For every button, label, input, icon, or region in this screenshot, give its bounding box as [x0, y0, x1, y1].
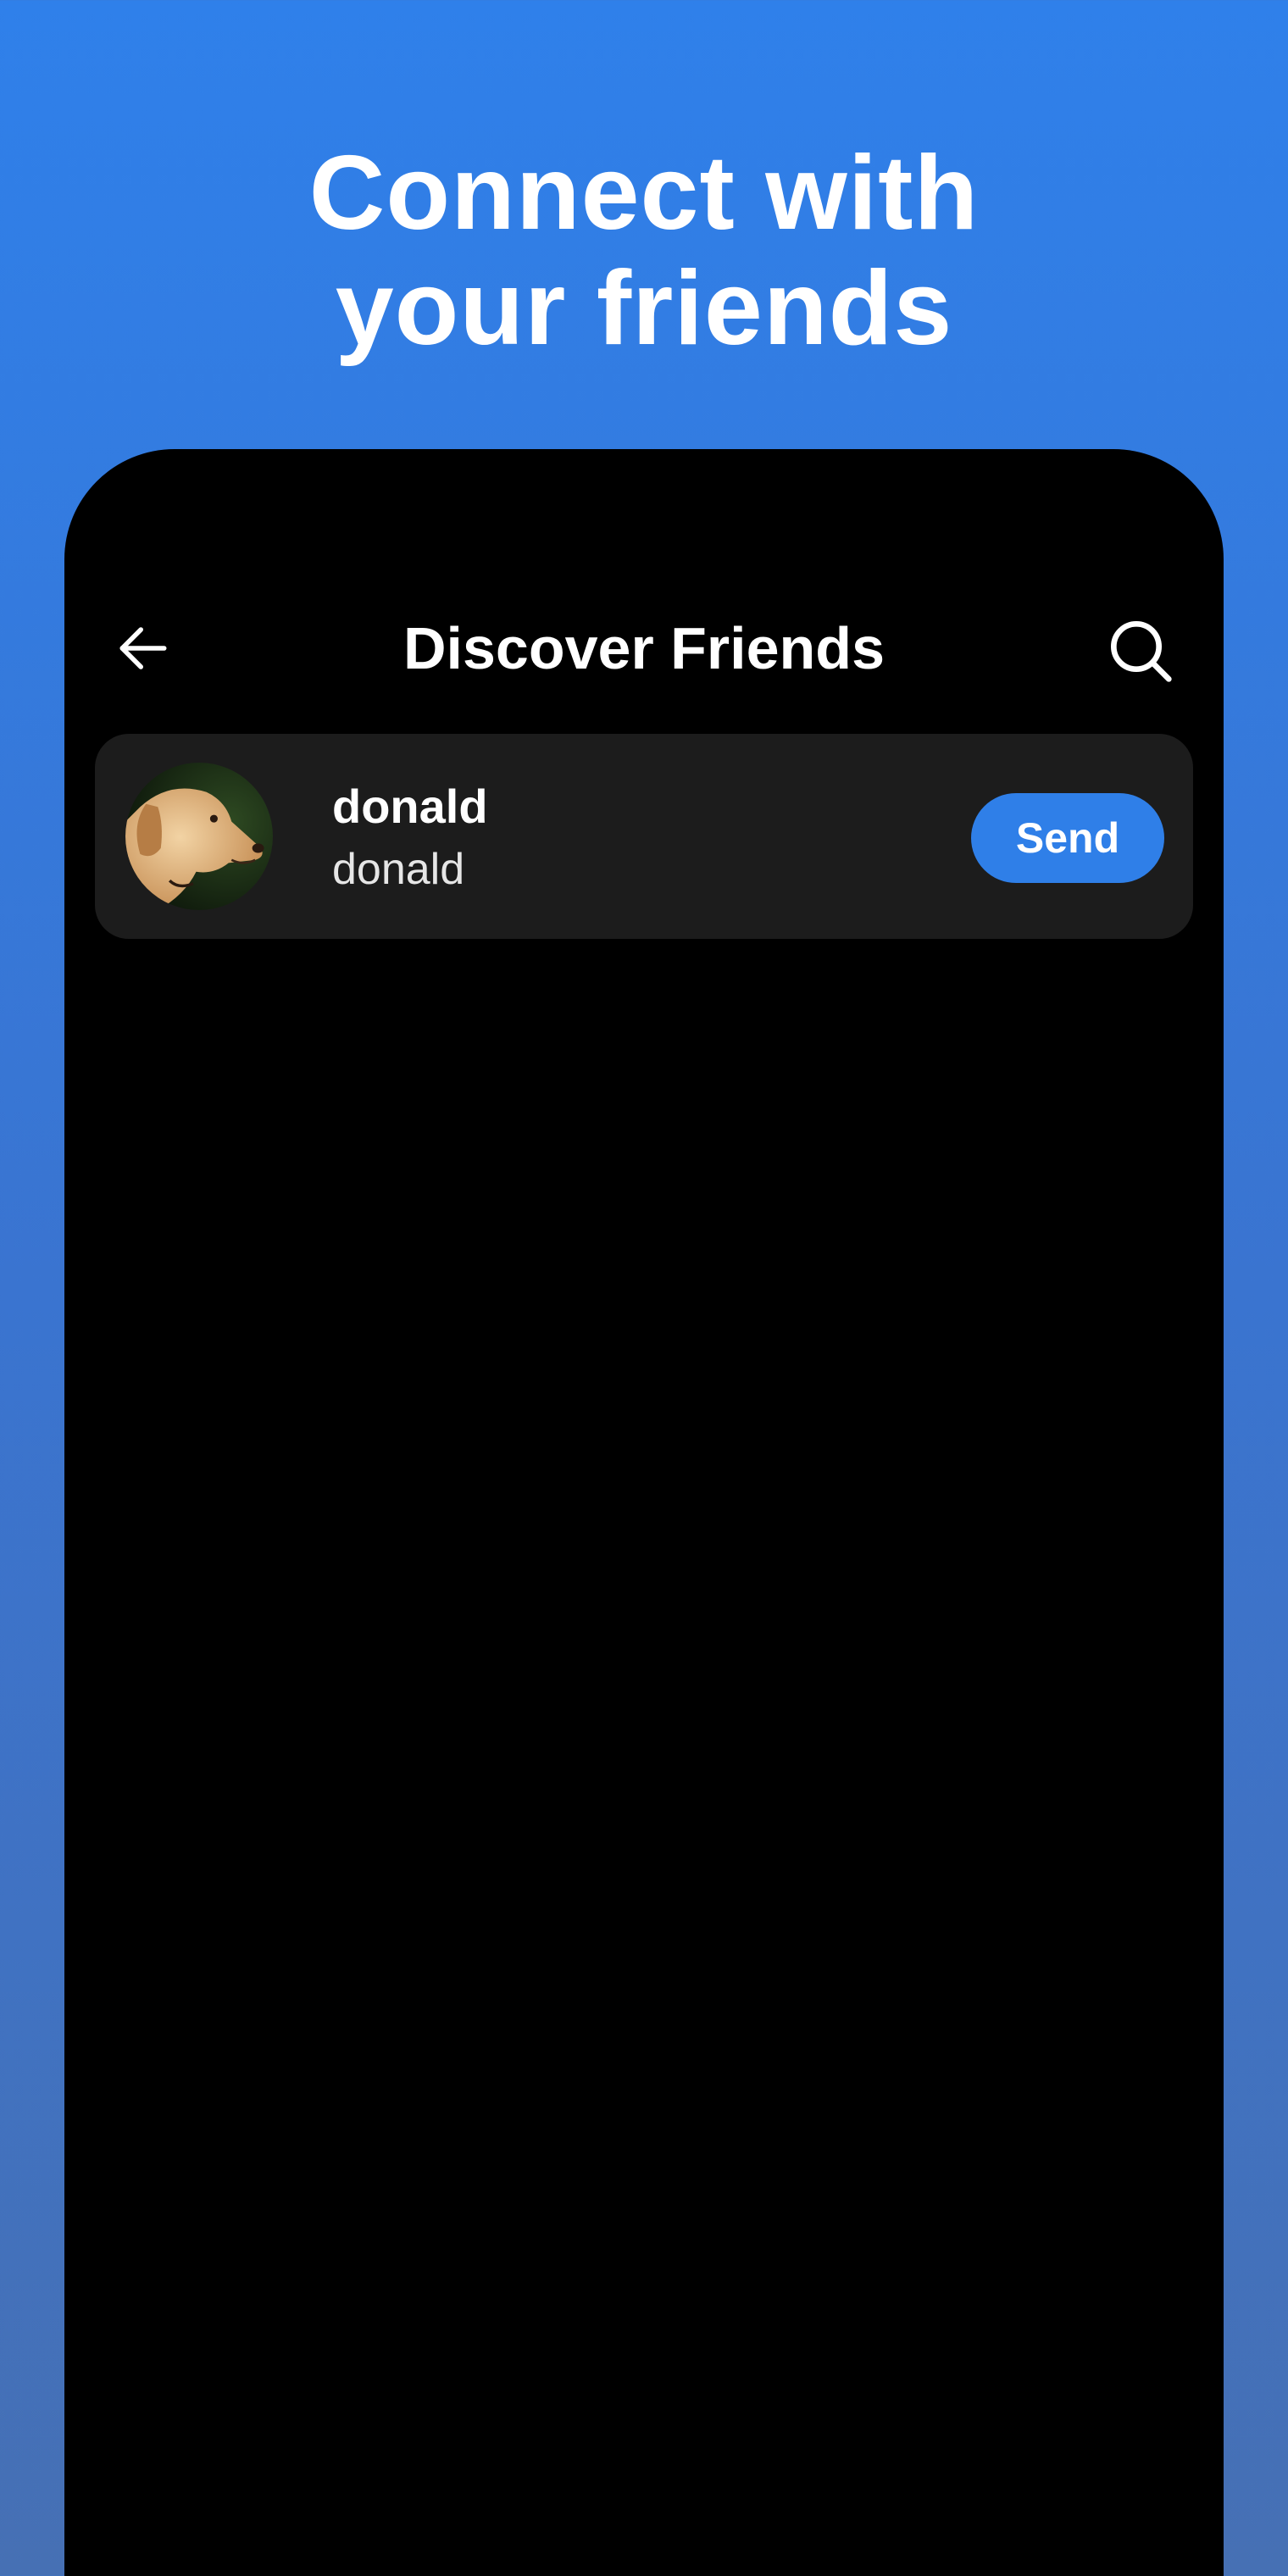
- back-button[interactable]: [115, 620, 171, 676]
- send-request-button[interactable]: Send: [971, 793, 1164, 883]
- friend-name: donald: [332, 780, 488, 833]
- avatar: [125, 763, 273, 910]
- search-icon: [1111, 621, 1172, 682]
- arrow-left-icon: [119, 627, 167, 669]
- search-button[interactable]: [1107, 617, 1174, 685]
- friend-list-item[interactable]: donald donald Send: [95, 734, 1193, 939]
- headline-line-1: Connect with: [308, 135, 980, 252]
- friend-username: donald: [332, 845, 465, 894]
- marketing-headline: Connect with your friends: [0, 136, 1288, 366]
- headline-line-2: your friends: [335, 250, 953, 367]
- phone-screen: Discover Friends donald donald Send: [64, 449, 1224, 2576]
- page-title: Discover Friends: [403, 615, 885, 681]
- top-bar: Discover Friends: [64, 576, 1224, 720]
- dog-avatar-icon: [125, 763, 273, 910]
